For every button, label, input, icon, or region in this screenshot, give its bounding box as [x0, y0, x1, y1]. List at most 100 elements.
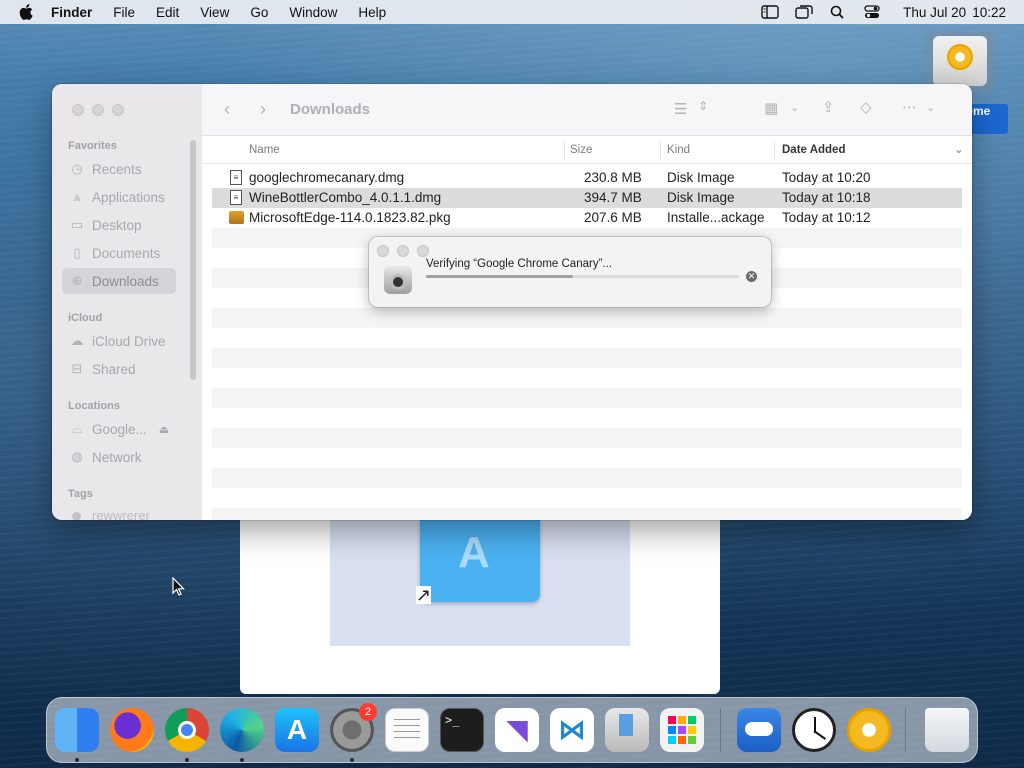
list-view-icon[interactable]: ☰	[674, 100, 687, 118]
table-row[interactable]: ≡ WineBottlerCombo_4.0.1.1.dmg 394.7 MB …	[212, 188, 962, 208]
dock-separator	[905, 708, 906, 752]
empty-row	[212, 308, 962, 328]
column-separator[interactable]	[564, 141, 565, 159]
view-options-chevron-icon[interactable]: ⇕	[698, 99, 708, 113]
apple-icon[interactable]	[19, 4, 33, 20]
sidebar-item-documents[interactable]: ▯ Documents	[62, 240, 176, 266]
sort-chevron-icon[interactable]: ⌄	[954, 142, 964, 156]
running-indicator	[350, 758, 354, 762]
app-store-folder-icon[interactable]: A	[420, 520, 540, 602]
column-separator[interactable]	[660, 141, 661, 159]
dock-finder-icon[interactable]	[55, 708, 99, 752]
sidebar-section-favorites: Favorites	[68, 140, 117, 152]
sidebar-item-shared[interactable]: ⊟ Shared	[62, 356, 176, 382]
empty-row	[212, 348, 962, 368]
sidebar-item-label: Network	[92, 449, 142, 465]
dock-chrome-canary-icon[interactable]	[847, 708, 891, 752]
verify-progress-bar	[426, 275, 739, 278]
file-date: Today at 10:12	[782, 210, 871, 225]
sidebar-item-label: Recents	[92, 161, 142, 177]
search-icon[interactable]	[829, 5, 847, 19]
close-button[interactable]	[72, 104, 84, 116]
finder-sidebar: Favorites ◷ Recents ⩓ Applications ▭ Deskto…	[52, 84, 202, 520]
zoom-button[interactable]	[112, 104, 124, 116]
dock-visual-studio-icon[interactable]: ◥	[495, 708, 539, 752]
globe-icon: ◍	[71, 449, 83, 464]
menu-edit[interactable]: Edit	[156, 5, 179, 20]
eject-icon[interactable]: ⏏	[159, 423, 169, 436]
column-date-added[interactable]: Date Added	[782, 144, 845, 156]
file-size: 207.6 MB	[584, 210, 642, 225]
dock-clock-icon[interactable]	[792, 708, 836, 752]
column-size[interactable]: Size	[570, 144, 592, 156]
dock-app-store-icon[interactable]: A	[275, 708, 319, 752]
back-chevron-icon[interactable]: ‹	[224, 99, 230, 120]
disk-image-file-icon: ≡	[230, 190, 242, 205]
dock-trash-icon[interactable]	[925, 708, 969, 752]
table-row[interactable]: MicrosoftEdge-114.0.1823.82.pkg 207.6 MB…	[212, 208, 962, 228]
tag-dot-icon	[72, 512, 81, 520]
dock-firefox-icon[interactable]	[110, 708, 154, 752]
sidebar-item-tag[interactable]: rewwrerer	[92, 508, 150, 520]
table-row[interactable]: ≡ googlechromecanary.dmg 230.8 MB Disk I…	[212, 168, 962, 188]
dock-terminal-icon[interactable]: >_	[440, 708, 484, 752]
cancel-verify-button[interactable]: ✕	[746, 271, 757, 282]
file-kind: Disk Image	[667, 170, 735, 185]
dialog-close-button[interactable]	[377, 245, 389, 257]
menu-clock[interactable]: Thu Jul 20 10:22	[897, 5, 1006, 20]
file-date: Today at 10:18	[782, 190, 871, 205]
file-kind: Installe...ackage	[667, 210, 765, 225]
menu-app-name[interactable]: Finder	[51, 5, 92, 20]
dock-weather-icon[interactable]	[737, 708, 781, 752]
running-indicator	[185, 758, 189, 762]
minimize-button[interactable]	[92, 104, 104, 116]
menu-file[interactable]: File	[113, 5, 135, 20]
share-icon[interactable]: ⇪	[822, 98, 835, 116]
menu-go[interactable]: Go	[250, 5, 268, 20]
file-name: googlechromecanary.dmg	[249, 170, 405, 185]
menu-view[interactable]: View	[200, 5, 229, 20]
desktop-disk-icon[interactable]	[926, 32, 994, 92]
dock-separator	[720, 708, 721, 752]
sidebar-section-icloud: iCloud	[68, 312, 103, 324]
sidebar-item-downloads[interactable]: ⊕ Downloads	[62, 268, 176, 294]
sidebar-scrollbar[interactable]	[190, 140, 196, 380]
file-size: 230.8 MB	[584, 170, 642, 185]
tag-icon[interactable]: ◇	[860, 98, 872, 116]
mouse-cursor-icon	[172, 577, 185, 596]
dialog-minimize-button[interactable]	[397, 245, 409, 257]
sidebar-item-applications[interactable]: ⩓ Applications	[62, 184, 176, 210]
chevron-down-icon[interactable]: ⌄	[790, 101, 799, 114]
dock-chrome-icon[interactable]	[165, 708, 209, 752]
sidebar-item-desktop[interactable]: ▭ Desktop	[62, 212, 176, 238]
dock-edge-icon[interactable]	[220, 708, 264, 752]
sidebar-item-label: iCloud Drive	[92, 333, 166, 349]
sidebar-item-google-disk[interactable]: ⌓ Google... ⏏	[62, 416, 176, 442]
more-actions-icon[interactable]: ⋯	[902, 98, 917, 116]
dock-launchpad-icon[interactable]	[660, 708, 704, 752]
control-center-icon[interactable]	[863, 5, 881, 19]
sidebar-toggle-icon[interactable]	[761, 5, 779, 19]
screen-mirroring-icon[interactable]	[795, 5, 813, 19]
sidebar-item-icloud-drive[interactable]: ☁ iCloud Drive	[62, 328, 176, 354]
sidebar-item-network[interactable]: ◍ Network	[62, 444, 176, 470]
file-date: Today at 10:20	[782, 170, 871, 185]
dock-vscode-icon[interactable]: ⋈	[550, 708, 594, 752]
group-icon[interactable]: ▦	[764, 99, 778, 117]
dock-installer-icon[interactable]	[605, 708, 649, 752]
sidebar-item-label: Documents	[92, 245, 161, 261]
dock-textedit-icon[interactable]	[385, 708, 429, 752]
column-name[interactable]: Name	[249, 144, 280, 156]
chevron-down-icon[interactable]: ⌄	[926, 101, 935, 114]
column-separator[interactable]	[774, 141, 775, 159]
column-kind[interactable]: Kind	[667, 144, 690, 156]
sidebar-item-recents[interactable]: ◷ Recents	[62, 156, 176, 182]
dialog-zoom-button[interactable]	[417, 245, 429, 257]
forward-chevron-icon[interactable]: ›	[260, 99, 266, 120]
running-indicator	[240, 758, 244, 762]
menu-help[interactable]: Help	[358, 5, 386, 20]
menu-window[interactable]: Window	[289, 5, 337, 20]
desktop-icon: ▭	[70, 217, 84, 232]
sidebar-section-tags: Tags	[68, 488, 93, 500]
sidebar-item-label: Desktop	[92, 217, 142, 233]
